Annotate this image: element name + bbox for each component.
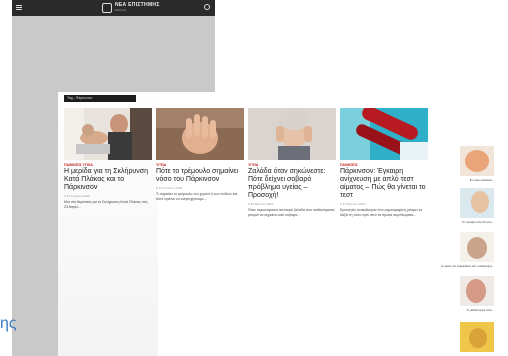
screenshot-canvas: ΝΕΑ ΕΠΙΣΤΗΜΗΣ Ειδήσεις Tag - Πάρκινσον Π… [0,0,508,356]
article-title[interactable]: Η μερίδα για τη Σκλήρυνση Κατά Πλάκας κα… [64,168,152,192]
article-card[interactable]: ΥΓΕΙΑ Ζαλάδα όταν σηκώνεστε: Πότε δείχνε… [248,108,336,217]
article-excerpt: Ερευνητές ανακάλυψαν ότι η αιμοσφαιρίνη … [340,208,423,217]
site-logo-icon[interactable] [102,3,112,13]
tag-breadcrumb: Tag - Πάρκινσον [64,95,136,102]
sidebar-thumbnail[interactable] [460,276,494,306]
sidebar-caption[interactable]: Η υγεία του εγκεφάλου και η διατροφή... [436,264,494,268]
article-date: ● 12 Απριλίου 2020 [156,186,183,190]
article-thumbnail[interactable] [248,108,336,160]
sidebar-thumbnail[interactable] [460,322,494,352]
dizzy-woman-image [248,108,336,160]
article-date: ● 27 Μαρτίου 2020 [340,202,366,206]
blood-test-image [340,108,428,160]
sidebar-caption[interactable]: Σε ποιο ηλικιακό... [436,178,494,182]
article-category[interactable]: ΥΓΕΙΑ [156,163,244,167]
article-excerpt: Όταν σηκωνόμαστε απότομα ζαλάδα που αισθ… [248,208,335,217]
sidebar-caption[interactable]: Τι μαθαίνουμε από... [436,308,494,312]
site-tagline: Ειδήσεις [115,8,127,12]
search-icon[interactable] [204,4,210,10]
hamburger-menu-icon[interactable] [16,5,22,6]
article-card[interactable]: ΠΑΘΗΣΕΙΣ Πάρκινσον: Έγκαιρη ανίχνευση με… [340,108,428,217]
article-category[interactable]: ΠΑΘΗΣΕΙΣ ΥΓΕΙΑ [64,163,152,167]
cropped-caption-text: ης [0,315,17,332]
hands-image [156,108,244,160]
mobile-header-bar: ΝΕΑ ΕΠΙΣΤΗΜΗΣ Ειδήσεις [12,0,215,16]
article-card[interactable]: ΠΑΘΗΣΕΙΣ ΥΓΕΙΑ Η μερίδα για τη Σκλήρυνση… [64,108,152,209]
sidebar-thumbnail[interactable] [460,146,494,176]
article-title[interactable]: Πότε το τρέμουλο σημαίνει νόσο του Πάρκι… [156,168,244,184]
article-title[interactable]: Ζαλάδα όταν σηκώνεστε: Πότε δείχνει σοβα… [248,168,336,200]
article-category[interactable]: ΥΓΕΙΑ [248,163,336,167]
article-excerpt: Τι σημαίνει το τρέμουλο του χεριού ή των… [156,192,238,201]
article-date: ● 23 Απριλίου 2020 [64,194,91,198]
article-excerpt: Μια νέα θεραπεία για το Σκλήρυνση Κατά Π… [64,200,148,209]
sidebar-thumbnail[interactable] [460,188,494,218]
sidebar-thumbnail[interactable] [460,232,494,262]
physio-image [64,108,152,160]
article-title[interactable]: Πάρκινσον: Έγκαιρη ανίχνευση με απλό τεσ… [340,168,428,200]
article-thumbnail[interactable] [64,108,152,160]
article-thumbnail[interactable] [340,108,428,160]
article-date: ● 30 Μαρτίου 2020 [248,202,274,206]
article-card[interactable]: ΥΓΕΙΑ Πότε το τρέμουλο σημαίνει νόσο του… [156,108,244,201]
sidebar-caption[interactable]: Το προφίλ σας θα σας... [436,220,494,224]
article-category[interactable]: ΠΑΘΗΣΕΙΣ [340,163,428,167]
article-thumbnail[interactable] [156,108,244,160]
